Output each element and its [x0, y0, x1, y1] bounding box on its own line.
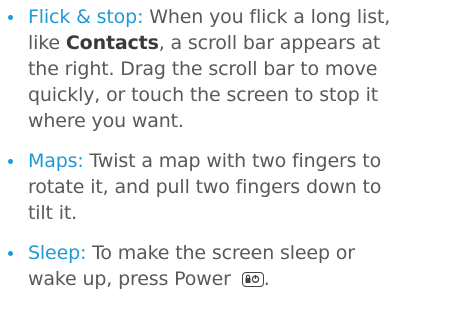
instruction-list: Flick & stop: When you flick a long list… — [0, 0, 474, 311]
term-maps: Maps: — [28, 150, 84, 172]
flick-line-1-text: When you flick a long list, — [143, 6, 391, 28]
bullet — [8, 15, 13, 20]
flick-line-2: like Contacts, a scroll bar appears at — [28, 30, 380, 56]
sleep-line-2-suffix: . — [263, 268, 270, 290]
lock-power-icon — [241, 272, 264, 287]
term-sleep: Sleep: — [28, 242, 87, 264]
maps-line-1-text: Twist a map with two fingers to — [83, 150, 382, 172]
sleep-line-2: wake up, press Power . — [28, 266, 270, 292]
flick-line-2-prefix: like — [28, 32, 66, 54]
maps-line-1: Maps: Twist a map with two fingers to — [28, 148, 381, 174]
maps-line-3: tilt it. — [28, 202, 78, 224]
flick-line-2-suffix: , a scroll bar appears at — [158, 32, 381, 54]
term-flick-stop: Flick & stop: — [28, 6, 144, 28]
flick-line-5: where you want. — [28, 110, 184, 132]
flick-line-1: Flick & stop: When you flick a long list… — [28, 4, 390, 30]
bullet — [8, 251, 13, 256]
bullet — [8, 159, 13, 164]
maps-line-2: rotate it, and pull two fingers down to — [28, 176, 382, 198]
sleep-line-1-text: To make the screen sleep or — [86, 242, 355, 264]
flick-line-3: the right. Drag the scroll bar to move — [28, 58, 378, 80]
contacts-bold: Contacts — [65, 32, 159, 54]
sleep-line-2-prefix: wake up, press Power — [28, 268, 237, 290]
flick-line-4: quickly, or touch the screen to stop it — [28, 84, 379, 106]
sleep-line-1: Sleep: To make the screen sleep or — [28, 240, 355, 266]
